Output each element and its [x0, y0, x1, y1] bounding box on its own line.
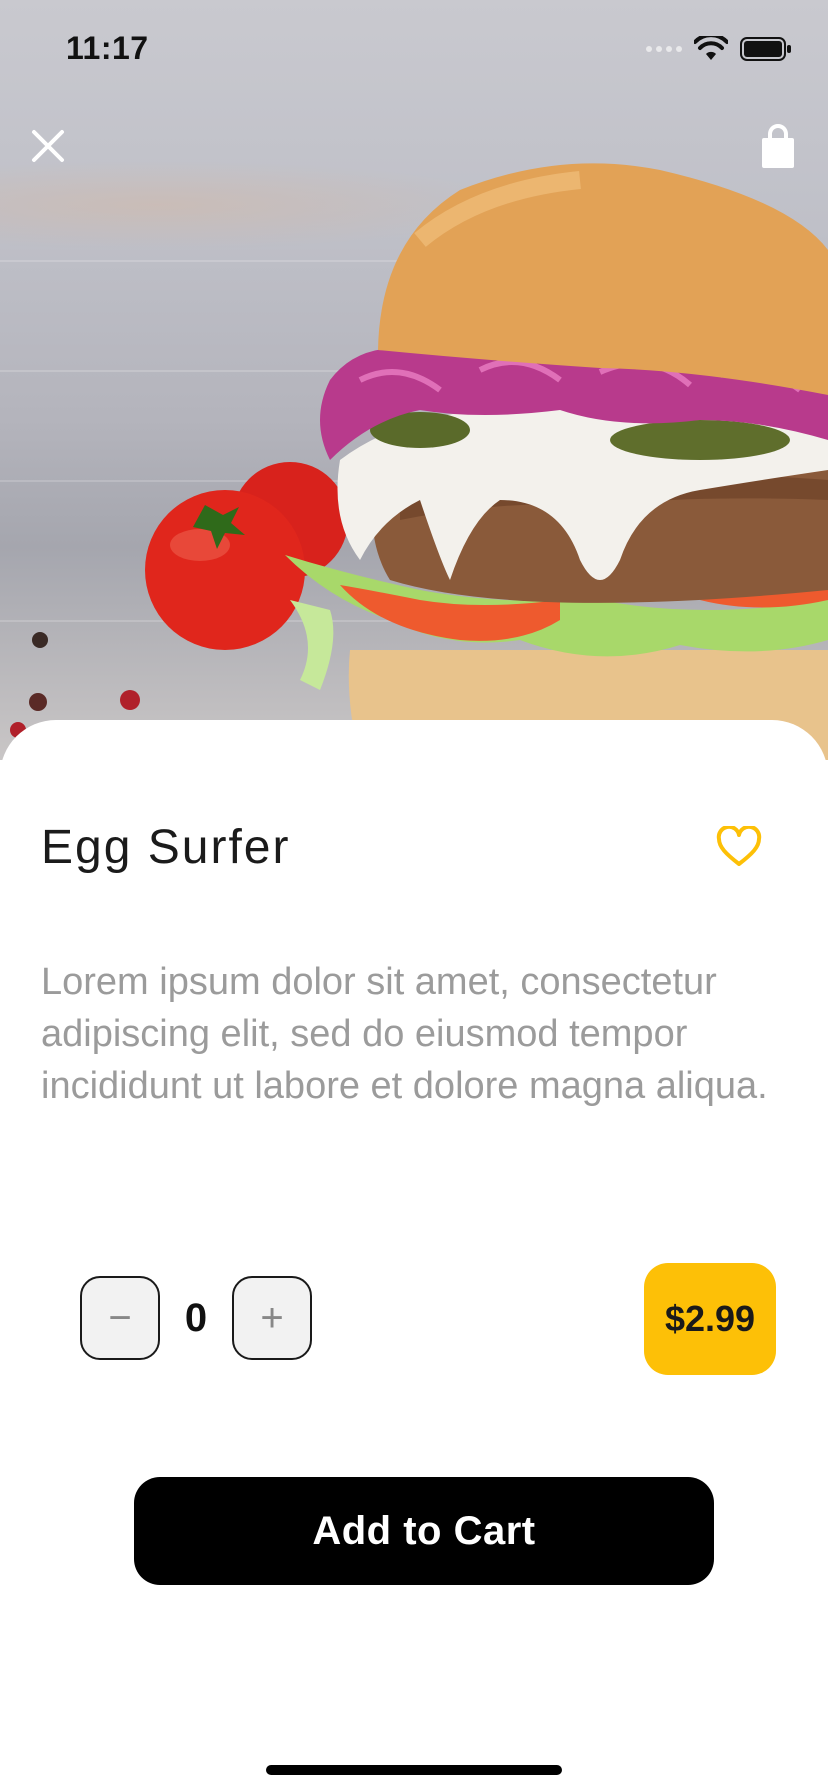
battery-icon	[740, 37, 791, 61]
quantity-increment-button[interactable]: +	[232, 1276, 312, 1360]
minus-icon: −	[108, 1296, 132, 1340]
product-detail-sheet: Egg Surfer Lorem ipsum dolor sit amet, c…	[0, 720, 828, 1792]
close-button[interactable]	[28, 126, 68, 166]
product-hero-image: 11:17	[0, 0, 828, 760]
quantity-value: 0	[184, 1296, 208, 1340]
home-indicator	[266, 1765, 562, 1775]
status-time: 11:17	[66, 30, 149, 66]
price-badge: $2.99	[644, 1263, 776, 1375]
burger-photo	[10, 163, 828, 760]
close-icon	[32, 130, 64, 162]
add-to-cart-button[interactable]: Add to Cart	[134, 1477, 714, 1585]
product-title: Egg Surfer	[41, 821, 291, 874]
shopping-bag-icon	[762, 124, 794, 168]
favorite-button[interactable]	[716, 824, 762, 868]
wifi-icon	[694, 36, 728, 60]
plus-icon: +	[260, 1296, 284, 1340]
shopping-bag-button[interactable]	[758, 124, 798, 170]
quantity-decrement-button[interactable]: −	[80, 1276, 160, 1360]
cellular-signal-icon	[646, 46, 682, 52]
status-icons	[646, 36, 792, 62]
heart-outline-icon	[716, 824, 762, 866]
product-description: Lorem ipsum dolor sit amet, consectetur …	[41, 961, 768, 1107]
